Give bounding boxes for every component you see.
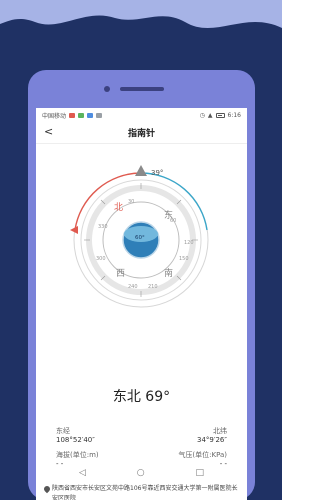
bearing-label: 39° — [151, 169, 163, 177]
status-bar: 中国移动 ◷ ▲ 6:16 — [36, 108, 247, 122]
page-title: 指南针 — [127, 129, 155, 139]
back-button[interactable]: < — [44, 125, 53, 138]
camera-dot — [104, 86, 110, 92]
tick-120: 120 — [184, 240, 194, 246]
tick-150: 150 — [179, 256, 189, 262]
signal-icon: ▲ — [207, 111, 213, 119]
nav-home-icon[interactable]: ○ — [137, 468, 145, 478]
heading-readout: 东北 69° — [112, 389, 171, 405]
longitude-label: 东经 — [56, 427, 70, 435]
battery-icon — [215, 112, 225, 118]
more-icon — [96, 112, 103, 118]
address-row: 陕西省西安市长安区文苑中路106号靠近西安交通大学第一附属医院长安区医院 — [42, 484, 240, 500]
tick-240: 240 — [128, 284, 138, 290]
phone-frame: 中国移动 ◷ ▲ 6:16 < 指南针 39° 北 东 南 西 30 60 12… — [28, 70, 255, 500]
latitude-label: 北纬 — [213, 427, 227, 435]
location-pin-icon — [42, 484, 52, 494]
direction-west: 西 — [116, 268, 125, 279]
direction-south: 南 — [164, 267, 173, 279]
tick-60: 60 — [170, 218, 176, 224]
bubble-label: 60° — [135, 235, 145, 241]
latitude-value: 34°9′26″ — [197, 436, 227, 444]
message-icon — [78, 112, 85, 118]
tick-210: 210 — [148, 284, 158, 290]
pressure-label: 气压(单位:KPa) — [178, 451, 227, 459]
alarm-icon: ◷ — [199, 111, 205, 119]
tick-300: 300 — [96, 256, 106, 262]
nav-recents-icon[interactable]: □ — [196, 468, 205, 478]
nav-back-icon[interactable]: ◁ — [79, 468, 86, 478]
app-icon — [87, 112, 94, 118]
direction-north: 北 — [114, 202, 123, 213]
speaker-slot — [120, 87, 164, 91]
system-nav-bar: ◁ ○ □ — [28, 462, 255, 484]
clock: 6:16 — [227, 111, 241, 119]
notification-icon — [69, 112, 76, 118]
tick-330: 330 — [98, 224, 108, 230]
altitude-label: 海拔(单位:m) — [56, 451, 99, 459]
longitude-value: 108°52′40″ — [56, 436, 95, 444]
address-text: 陕西省西安市长安区文苑中路106号靠近西安交通大学第一附属医院长安区医院 — [52, 485, 238, 500]
carrier-label: 中国移动 — [42, 112, 67, 120]
tick-30: 30 — [128, 199, 134, 205]
title-bar: < 指南针 — [36, 122, 247, 144]
compass-dial: 39° 北 东 南 西 30 60 120 150 210 240 300 33… — [70, 165, 209, 308]
backdrop-wave — [0, 0, 282, 28]
phone-screen: 中国移动 ◷ ▲ 6:16 < 指南针 39° 北 东 南 西 30 60 12… — [36, 108, 247, 500]
